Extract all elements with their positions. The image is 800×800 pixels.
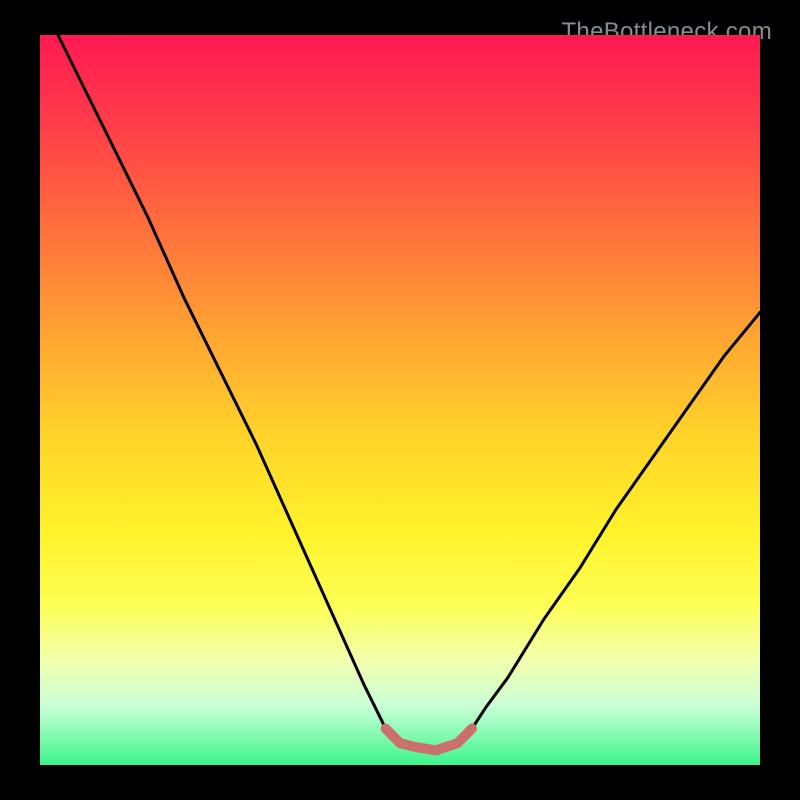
plot-gradient-area [40, 35, 760, 765]
chart-frame: TheBottleneck.com [20, 20, 780, 780]
valley-highlight [386, 729, 472, 751]
bottleneck-curve [40, 0, 760, 750]
curve-layer [40, 35, 760, 765]
